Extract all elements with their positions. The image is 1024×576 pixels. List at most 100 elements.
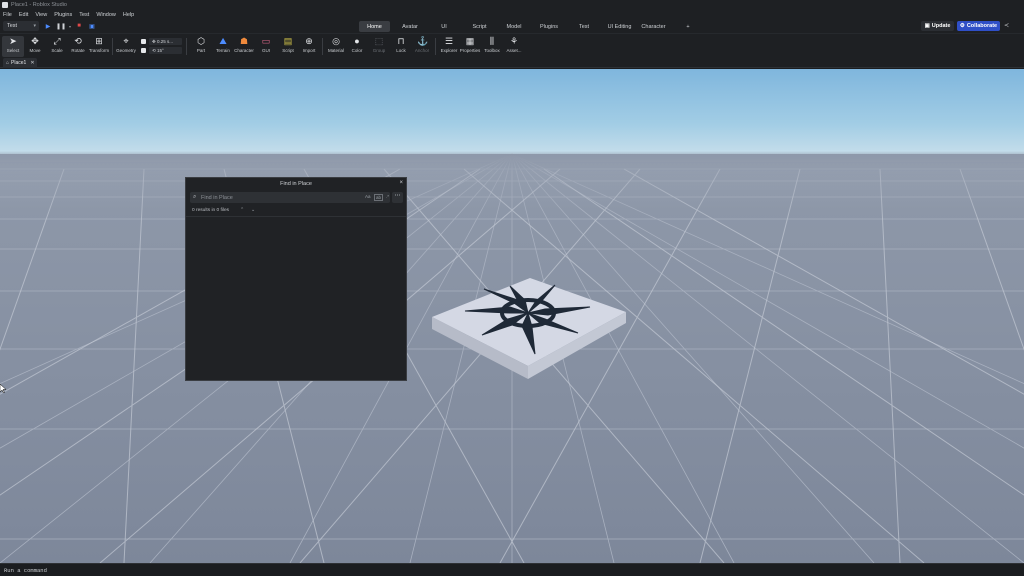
group-tool-button[interactable]: ⬚ Group: [368, 36, 390, 57]
scale-tool-label: Scale: [51, 48, 63, 53]
command-bar: [0, 563, 1024, 576]
command-input[interactable]: [4, 566, 404, 575]
tab-character[interactable]: Character: [638, 21, 669, 32]
import-tool-button[interactable]: ⊕ Import: [298, 36, 320, 57]
close-icon[interactable]: ×: [399, 180, 403, 186]
find-search-input[interactable]: [201, 193, 351, 202]
toolbox-tool-button[interactable]: ⫼ Toolbox: [481, 36, 503, 57]
document-tabs: ⌂ Place1 ✕: [0, 57, 1024, 68]
explorer-tool-label: Explorer: [440, 48, 458, 53]
tab-ui[interactable]: UI: [436, 21, 452, 32]
scale-tool-button[interactable]: ⤢ Scale: [46, 36, 68, 57]
tab-avatar[interactable]: Avatar: [396, 21, 424, 32]
menu-plugins[interactable]: Plugins: [54, 12, 72, 18]
window-title: Place1 - Roblox Studio: [11, 2, 67, 8]
gui-tool-button[interactable]: ▭ GUI: [255, 36, 277, 57]
panel-header[interactable]: Find in Place ×: [186, 178, 406, 189]
update-label: Update: [931, 23, 951, 29]
terrain-tool-label: Terrain: [216, 48, 230, 53]
move-tool-label: Move: [29, 48, 41, 53]
part-tool-button[interactable]: ⬡ Part: [190, 36, 212, 57]
more-options-button[interactable]: ⋯: [392, 192, 403, 203]
part-tool-label: Part: [196, 48, 206, 53]
mode-dropdown[interactable]: Test ▾: [3, 21, 39, 31]
share-icon[interactable]: ≺: [1004, 22, 1009, 29]
toolbar-divider: [322, 38, 323, 55]
next-result-icon[interactable]: ⌄: [251, 207, 255, 213]
menu-test[interactable]: Test: [79, 12, 89, 18]
transform-tool-button[interactable]: ⊞ Transform: [88, 36, 110, 57]
menu-view[interactable]: View: [35, 12, 47, 18]
toolbar-divider: [435, 38, 436, 55]
mouse-cursor-icon: [0, 384, 6, 393]
tab-test[interactable]: Test: [574, 21, 594, 32]
toolbar-divider: [112, 38, 113, 55]
color-tool-button[interactable]: ● Color: [346, 36, 368, 57]
character-tool-button[interactable]: ☗ Character: [233, 36, 255, 57]
transform-icon: ⊞: [95, 36, 103, 46]
play-icon[interactable]: ▶: [44, 22, 52, 30]
regex-toggle[interactable]: .*: [386, 194, 389, 199]
rotate-tool-button[interactable]: ⟲ Rotate: [67, 36, 89, 57]
stop-icon[interactable]: ■: [75, 22, 83, 30]
properties-tool-button[interactable]: ▦ Properties: [459, 36, 481, 57]
select-tool-button[interactable]: ➤ Select: [2, 36, 24, 57]
menu-file[interactable]: File: [3, 12, 12, 18]
3d-viewport[interactable]: Find in Place × ⌕ Aa ab .* ⋯ 0 results i…: [0, 69, 1024, 563]
client-server-icon[interactable]: ▣: [88, 22, 96, 30]
rotate-snap-value: 15°: [157, 48, 164, 53]
material-tool-button[interactable]: ◎ Material: [325, 36, 347, 57]
menu-edit[interactable]: Edit: [19, 12, 28, 18]
anchor-icon: ⚓: [417, 36, 429, 46]
move-snap-checkbox[interactable]: [141, 39, 146, 44]
move-snap-field[interactable]: ✥ 0.25 s...: [149, 38, 182, 45]
tab-model[interactable]: Model: [502, 21, 526, 32]
geometry-tool-button[interactable]: ⌖ Geometry: [115, 36, 137, 57]
cursor-icon: ➤: [9, 36, 17, 46]
play-options-chevron-icon[interactable]: ▾: [66, 22, 74, 30]
anchor-tool-button[interactable]: ⚓ Anchor: [411, 36, 433, 57]
update-button[interactable]: ▣ Update: [921, 21, 954, 31]
tab-home[interactable]: Home: [359, 21, 390, 32]
doc-tab-place1[interactable]: ⌂ Place1 ✕: [3, 58, 37, 68]
geometry-tool-label: Geometry: [116, 48, 136, 53]
place-icon: ⌂: [6, 60, 10, 66]
lock-tool-button[interactable]: ⊓ Lock: [390, 36, 412, 57]
explorer-tool-button[interactable]: ☰ Explorer: [438, 36, 460, 57]
pause-icon[interactable]: ❚❚: [56, 22, 66, 30]
gui-icon: ▭: [261, 36, 271, 46]
tab-plugins[interactable]: Plugins: [536, 21, 562, 32]
mode-dropdown-value: Test: [7, 23, 18, 29]
rotate-tool-label: Rotate: [71, 48, 85, 53]
rotate-snap-field[interactable]: ⟲ 15°: [149, 47, 182, 54]
character-tool-label: Character: [234, 48, 254, 53]
asset-manager-tool-button[interactable]: ⚘ Asset...: [503, 36, 525, 57]
tab-add-button[interactable]: +: [682, 21, 694, 32]
terrain-tool-button[interactable]: ⛰ Terrain: [212, 36, 234, 57]
previous-result-icon[interactable]: ⌃: [240, 207, 244, 213]
spawn-location-part[interactable]: [432, 278, 626, 379]
lock-tool-label: Lock: [396, 48, 406, 53]
find-in-place-panel: Find in Place × ⌕ Aa ab .* ⋯ 0 results i…: [185, 177, 407, 381]
match-case-toggle[interactable]: Aa: [365, 194, 371, 199]
whole-word-toggle[interactable]: ab: [374, 194, 384, 201]
collaborate-button[interactable]: ⚙ Collaborate: [957, 21, 1000, 31]
close-icon[interactable]: ✕: [30, 60, 34, 66]
select-tool-label: Select: [6, 48, 20, 53]
terrain-icon: ⛰: [219, 36, 227, 46]
rotate-snap-checkbox[interactable]: [141, 48, 146, 53]
properties-tool-label: Properties: [459, 48, 481, 53]
tab-script[interactable]: Script: [467, 21, 492, 32]
lock-icon: ⊓: [397, 36, 405, 46]
move-snap-value: 0.25 s...: [157, 39, 174, 44]
transform-tool-label: Transform: [88, 48, 110, 53]
toolbox-tool-label: Toolbox: [484, 48, 500, 53]
home-toolbar: ➤ Select ✥ Move ⤢ Scale ⟲ Rotate ⊞ Trans…: [0, 33, 1024, 57]
script-tool-button[interactable]: ▤ Script: [277, 36, 299, 57]
toolbar-divider: [186, 38, 187, 55]
tab-ui-editing[interactable]: UI Editing: [603, 21, 636, 32]
panel-title: Find in Place: [280, 180, 312, 187]
menu-window[interactable]: Window: [96, 12, 116, 18]
move-tool-button[interactable]: ✥ Move: [24, 36, 46, 57]
menu-help[interactable]: Help: [123, 12, 134, 18]
